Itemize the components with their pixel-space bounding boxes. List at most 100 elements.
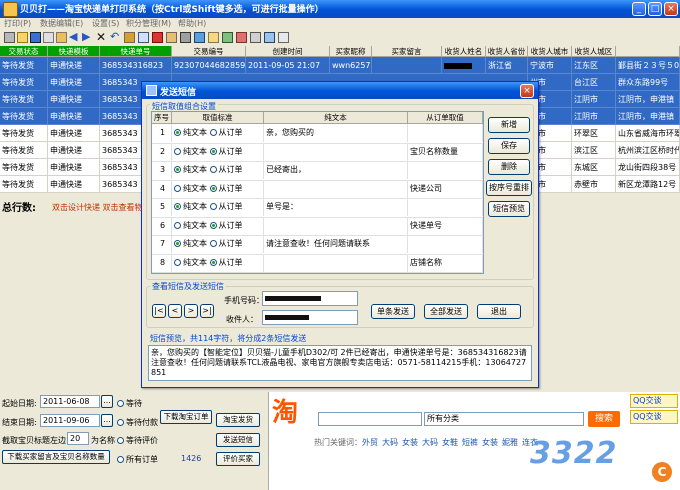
sms-preview-button[interactable]: 短信预览 [488,201,530,217]
radio-text-icon[interactable] [174,184,181,192]
taobao-search-input[interactable] [318,412,422,426]
menu-print[interactable]: 打印(P) [4,18,31,29]
prev-record-button[interactable]: < [168,304,182,318]
table-row[interactable]: 等待发货 申通快递 368534316823 92307044682859 20… [0,57,680,74]
hot-keyword[interactable]: 女鞋 [442,437,458,448]
hot-keyword[interactable]: 大码 [382,437,398,448]
taobao-search-button[interactable]: 搜索 [588,411,620,427]
row-order-field[interactable]: 店铺名称 [408,253,483,272]
end-date-picker-button[interactable]: … [101,414,113,427]
arrow-left-icon[interactable]: ◀ [69,31,80,43]
minimize-button[interactable]: _ [632,2,646,16]
menu-edit[interactable]: 数据编辑(E) [40,18,83,29]
col-receiver-city[interactable]: 收货人城市 [528,46,572,57]
radio-order-icon[interactable] [209,147,217,155]
folder-icon[interactable] [17,32,28,43]
hot-keyword[interactable]: 妮雅 [502,437,518,448]
sms-row[interactable]: 1 纯文本 从订单 亲，您购买的 [152,124,483,144]
cutoff-select[interactable]: 20 [67,432,89,445]
row-order-field[interactable] [408,198,483,216]
download-orders-button[interactable]: 下载淘宝订单 [160,410,212,424]
edit-icon[interactable] [56,32,67,43]
phone-input[interactable] [262,291,358,306]
row-text[interactable]: 单号是： [264,198,408,216]
bank-icon[interactable] [180,32,191,43]
col-receiver-address[interactable] [616,46,680,57]
sms-row[interactable]: 3 纯文本 从订单 已经寄出， [152,161,483,181]
tag-icon[interactable] [250,32,261,43]
receiver-input[interactable] [262,310,358,325]
col-create-time[interactable]: 创建时间 [246,46,330,57]
download-buyer-msg-button[interactable]: 下载买家留言及宝贝名称数量 [2,450,110,464]
radio-order-icon[interactable] [209,166,217,173]
radio-order-icon[interactable] [209,221,217,229]
undo-icon[interactable]: ↶ [110,31,121,43]
radio-all-orders[interactable]: 所有订单 [117,454,158,465]
col-express-no[interactable]: 快递单号 [100,46,172,57]
row-text[interactable] [264,253,408,272]
refresh-icon[interactable] [138,32,149,43]
row-text[interactable] [264,142,408,161]
category-select[interactable]: 所有分类 [424,412,584,426]
radio-wait-ship[interactable]: 等待 [117,398,142,409]
qq-chat-button[interactable]: QQ交谈 [630,394,678,408]
radio-text-icon[interactable] [174,258,181,266]
window-icon[interactable] [278,32,289,43]
sms-row[interactable]: 4 纯文本 从订单 快递公司 [152,179,483,199]
maximize-button[interactable]: □ [648,2,662,16]
row-order-field[interactable]: 宝贝名称数量 [408,142,483,161]
col-receiver-province[interactable]: 收货人省份 [486,46,528,57]
radio-wait-review[interactable]: 等待评价 [117,435,158,446]
first-record-button[interactable]: |< [152,304,166,318]
start-date-input[interactable]: 2011-06-08 [40,395,100,408]
radio-order-icon[interactable] [209,184,217,192]
menu-points[interactable]: 积分管理(M) [126,18,171,29]
hot-keyword[interactable]: 大码 [422,437,438,448]
save-button[interactable]: 保存 [488,138,530,154]
close-button[interactable]: × [664,2,678,16]
save-icon[interactable] [30,32,41,43]
screen-icon[interactable] [194,32,205,43]
col-buyer-msg[interactable]: 买家留言 [372,46,442,57]
send-all-button[interactable]: 全部发送 [424,304,468,319]
sms-row[interactable]: 7 纯文本 从订单 请注意查收！任何问题请联系 [152,235,483,255]
radio-text-icon[interactable] [174,203,181,210]
radio-order-icon[interactable] [209,129,217,136]
row-order-field[interactable]: 快递单号 [408,216,483,235]
row-text[interactable] [264,179,408,198]
taobao-ship-button[interactable]: 淘宝发货 [216,413,260,427]
delete-icon[interactable]: ✕ [96,31,107,43]
stop-icon[interactable] [152,32,163,43]
row-order-field[interactable] [408,161,483,179]
hot-keyword[interactable]: 短裤 [462,437,478,448]
add-button[interactable]: 新增 [488,117,530,133]
radio-wait-pay[interactable]: 等待付款 [117,417,158,428]
delete-button[interactable]: 删除 [488,159,530,175]
row-text[interactable] [264,216,408,235]
row-text[interactable]: 亲，您购买的 [264,124,408,142]
arrow-right-icon[interactable]: ▶ [82,31,93,43]
exit-button[interactable]: 退出 [477,304,521,319]
send-sms-button[interactable]: 发送短信 [216,433,260,447]
row-order-field[interactable]: 快递公司 [408,179,483,198]
col-receiver-name[interactable]: 收货人姓名 [442,46,486,57]
col-express-template[interactable]: 快递模板 [48,46,100,57]
next-record-button[interactable]: > [184,304,198,318]
box-icon[interactable] [166,32,177,43]
radio-text-icon[interactable] [174,240,181,247]
dialog-close-button[interactable]: × [520,84,534,98]
row-order-field[interactable] [408,124,483,142]
sms-row[interactable]: 5 纯文本 从订单 单号是： [152,198,483,218]
menu-help[interactable]: 帮助(H) [178,18,206,29]
qq-chat-button[interactable]: QQ交谈 [630,410,678,424]
radio-order-icon[interactable] [209,203,217,210]
row-order-field[interactable] [408,235,483,253]
col-receiver-district[interactable]: 收货人城区 [572,46,616,57]
radio-order-icon[interactable] [209,258,217,266]
tool-icon[interactable] [124,32,135,43]
mail-icon[interactable] [208,32,219,43]
sms-row[interactable]: 6 纯文本 从订单 快递单号 [152,216,483,236]
col-trade-status[interactable]: 交易状态 [0,46,48,57]
radio-text-icon[interactable] [174,221,181,229]
user-icon[interactable] [264,32,275,43]
